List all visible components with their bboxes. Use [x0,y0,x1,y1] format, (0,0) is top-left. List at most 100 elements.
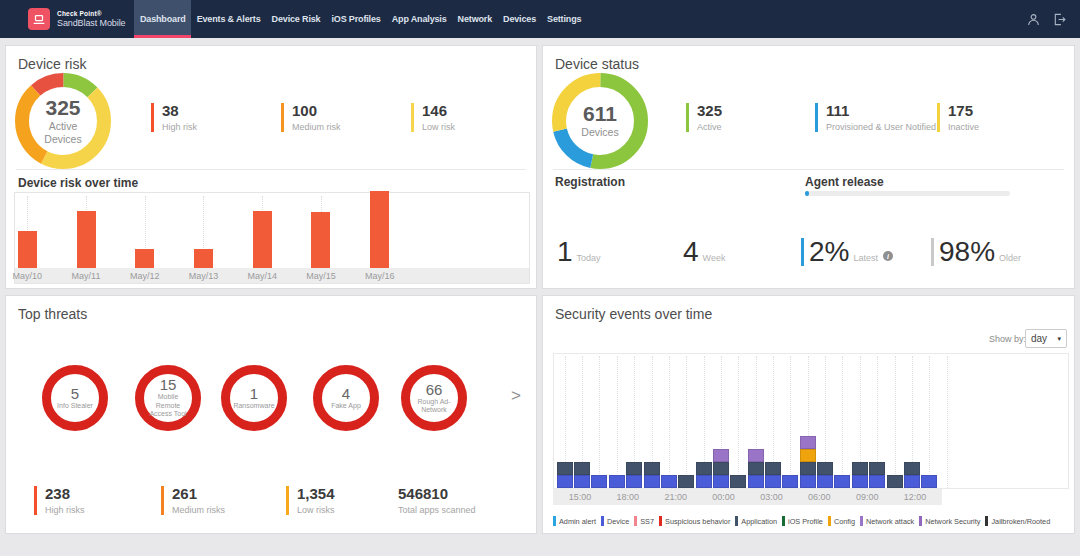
threat-count: 1 [250,386,258,401]
threat-count: 4 [342,386,350,401]
registration-title: Registration [555,175,625,189]
top-threats-circles: 5Info Stealer 15Mobile Remote Access Tool… [6,296,536,533]
nav-tab-app-analysis[interactable]: App Analysis [386,0,452,38]
brand-product: SandBlast Mobile [57,18,125,28]
threat-circle-ransomware[interactable]: 1Ransomware [221,365,287,431]
threat-label: Rough Ad- Network [411,398,457,415]
legend-item-config: Config [828,516,855,526]
x-label: 21:00 [664,492,687,502]
security-events-x-axis: 15:0018:0021:0000:0003:0006:0009:0012:00 [553,489,942,505]
event-bar-segment-device [713,475,729,488]
event-bar-segment-application [626,462,642,475]
event-bar-segment-network_attack [800,436,816,449]
stat-value: 261 [172,486,225,503]
legend-mark [735,516,738,526]
registration-week-value: 4 [683,238,699,266]
agent-latest-value: 2% [809,238,849,266]
nav-tab-settings[interactable]: Settings [542,0,587,38]
brand-text: Check Point® SandBlast Mobile [57,10,125,28]
x-label: May/13 [189,271,219,281]
user-icon[interactable] [1027,13,1040,26]
event-bar-segment-network_attack [713,449,729,462]
device-status-title: Device status [555,56,639,72]
event-bar-segment-application [800,462,816,475]
event-bar-segment-application [817,462,833,475]
event-bar-segment-application [644,462,660,475]
agent-older-value: 98% [939,238,995,266]
event-bar-segment-device [869,475,885,488]
nav-tab-ios-profiles[interactable]: iOS Profiles [326,0,386,38]
registration-week-label: Week [703,253,726,263]
event-bar-segment-application [557,462,573,475]
legend-label: Network Security [925,517,980,526]
legend-item-ios-profile: iOS Profile [782,516,823,526]
threat-count: 66 [426,382,443,397]
event-bar-segment-device [765,475,781,488]
x-label: 12:00 [904,492,927,502]
stat-label: Low risk [422,122,455,132]
more-threats-arrow[interactable]: > [511,386,521,406]
security-events-legend: Admin alertDeviceSS7Suspicious behaviorA… [553,516,1050,526]
registration-today-label: Today [577,253,601,263]
threat-circle-mobile-remote-access-tool[interactable]: 15Mobile Remote Access Tool [135,365,201,431]
x-label: May/15 [306,271,336,281]
nav-tab-devices[interactable]: Devices [498,0,542,38]
legend-item-device: Device [601,516,629,526]
stat-value: 175 [948,103,979,120]
stat-value: 546810 [398,486,476,503]
event-bar-segment-application [904,462,920,475]
x-label: 03:00 [760,492,783,502]
gridline [929,356,930,488]
gridline [842,356,843,488]
legend-label: SS7 [640,517,654,526]
show-by-select[interactable]: day ▾ [1025,329,1067,348]
device-status-donut-center: 611 Devices [552,73,648,169]
stat-label: Inactive [948,122,979,132]
legend-label: Suspicious behavior [665,517,730,526]
top-threats-stats: 238High risks261Medium risks1,354Low ris… [6,296,536,533]
event-bar-segment-application [696,462,712,475]
x-label: 15:00 [569,492,592,502]
threat-circle-info-stealer[interactable]: 5Info Stealer [42,365,108,431]
threat-circle-fake-app[interactable]: 4Fake App [313,365,379,431]
agent-older-label: Older [999,253,1021,263]
risk-bar-may-14 [253,211,272,268]
active-devices-label: Active Devices [36,120,91,144]
info-icon[interactable]: i [883,251,893,261]
nav-tab-events-alerts[interactable]: Events & Alerts [191,0,266,38]
agent-older-stat: 98% Older [931,238,1021,266]
x-label: May/14 [247,271,277,281]
chevron-down-icon: ▾ [1057,335,1061,343]
threat-circle-rough-ad-network[interactable]: 66Rough Ad- Network [401,365,467,431]
registration-week-stat: 4 Week [683,238,725,266]
event-bar-segment-device [782,475,798,488]
registration-today-stat: 1 Today [557,238,601,266]
x-label: May/10 [13,271,43,281]
logout-icon[interactable] [1053,13,1066,26]
stat-value: 100 [292,103,341,120]
event-bar-segment-device [921,475,937,488]
stat-label: Medium risk [292,122,341,132]
event-bar-segment-config [800,449,816,462]
stat-high-risks: 238High risks [34,486,85,515]
stat-value: 146 [422,103,455,120]
top-threats-title: Top threats [18,306,87,322]
show-by-value: day [1031,333,1047,344]
stat-low-risks: 1,354Low risks [286,486,335,515]
legend-item-network-security: Network Security [919,516,980,526]
stat-active: 325Active [686,103,722,132]
legend-item-network-attack: Network attack [860,516,914,526]
stat-label: High risk [162,122,197,132]
agent-release-progress-fill [805,191,809,196]
nav-tab-network[interactable]: Network [452,0,497,38]
device-risk-over-time-title: Device risk over time [18,176,138,190]
legend-mark [919,516,922,526]
top-nav: Check Point® SandBlast Mobile DashboardE… [0,0,1080,38]
legend-mark [860,516,863,526]
nav-tab-device-risk[interactable]: Device Risk [266,0,326,38]
stat-value: 111 [826,103,936,120]
legend-mark [782,516,785,526]
legend-label: Application [741,517,777,526]
nav-tab-dashboard[interactable]: Dashboard [134,0,191,38]
threat-label: Info Stealer [52,402,98,410]
